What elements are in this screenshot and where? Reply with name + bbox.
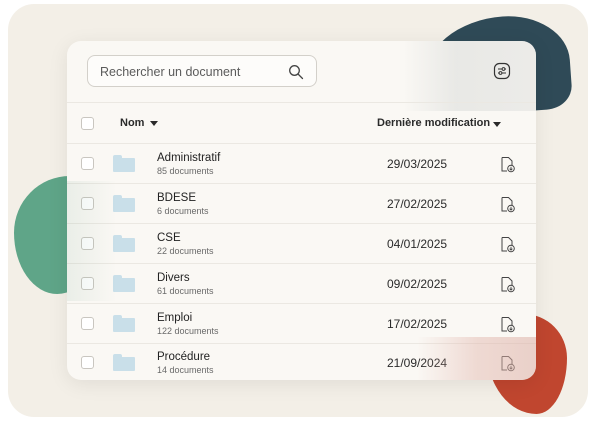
table-row[interactable]: Emploi 122 documents 17/02/2025 <box>67 304 536 344</box>
file-download-icon[interactable] <box>500 276 516 293</box>
table-row[interactable]: Administratif 85 documents 29/03/2025 <box>67 144 536 184</box>
folder-icon <box>113 354 135 371</box>
table-row[interactable]: BDESE 6 documents 27/02/2025 <box>67 184 536 224</box>
row-checkbox[interactable] <box>81 197 94 210</box>
file-download-icon[interactable] <box>500 236 516 253</box>
folder-name[interactable]: BDESE <box>157 192 196 204</box>
modified-date: 09/02/2025 <box>387 277 448 291</box>
file-download-icon[interactable] <box>500 196 516 213</box>
folder-name[interactable]: Administratif <box>157 152 220 164</box>
folder-name[interactable]: Procédure <box>157 351 210 363</box>
table-row[interactable]: Procédure 14 documents 21/09/2024 <box>67 343 536 380</box>
search-placeholder: Rechercher un document <box>100 65 241 79</box>
file-download-icon[interactable] <box>500 316 516 333</box>
modified-date: 21/09/2024 <box>387 356 448 370</box>
frosted-overlay <box>403 41 536 111</box>
chevron-down-icon <box>150 120 159 126</box>
file-download-icon[interactable] <box>500 156 516 173</box>
document-count: 6 documents <box>157 206 209 216</box>
modified-date: 27/02/2025 <box>387 197 448 211</box>
folder-name[interactable]: CSE <box>157 232 181 244</box>
folder-icon <box>113 315 135 332</box>
folder-name[interactable]: Divers <box>157 272 190 284</box>
document-count: 14 documents <box>157 365 214 375</box>
row-checkbox[interactable] <box>81 277 94 290</box>
folder-icon <box>113 275 135 292</box>
modified-date: 29/03/2025 <box>387 157 448 171</box>
select-all-checkbox[interactable] <box>81 117 94 130</box>
document-count: 122 documents <box>157 326 219 336</box>
sort-by-date[interactable]: Dernière modification <box>377 117 490 129</box>
table-header: Nom Dernière modification <box>67 102 536 144</box>
table-row[interactable]: CSE 22 documents 04/01/2025 <box>67 224 536 264</box>
column-date-label: Dernière modification <box>377 117 491 129</box>
row-checkbox[interactable] <box>81 356 94 369</box>
row-checkbox[interactable] <box>81 317 94 330</box>
modified-date: 04/01/2025 <box>387 237 448 251</box>
column-name-label: Nom <box>120 117 145 129</box>
search-icon[interactable] <box>288 64 304 80</box>
document-count: 22 documents <box>157 246 214 256</box>
folder-name[interactable]: Emploi <box>157 312 192 324</box>
row-checkbox[interactable] <box>81 157 94 170</box>
table-row[interactable]: Divers 61 documents 09/02/2025 <box>67 264 536 304</box>
row-checkbox[interactable] <box>81 237 94 250</box>
folder-icon <box>113 235 135 252</box>
chevron-down-icon[interactable] <box>493 122 501 127</box>
document-count: 85 documents <box>157 166 214 176</box>
document-count: 61 documents <box>157 286 214 296</box>
filter-icon[interactable] <box>493 62 511 80</box>
folder-icon <box>113 195 135 212</box>
folder-icon <box>113 155 135 172</box>
file-download-icon[interactable] <box>500 355 516 372</box>
document-browser-panel: Rechercher un document Nom Dernière modi… <box>67 41 536 380</box>
search-input[interactable]: Rechercher un document <box>87 55 317 87</box>
modified-date: 17/02/2025 <box>387 317 448 331</box>
sort-by-name[interactable]: Nom <box>120 117 159 129</box>
